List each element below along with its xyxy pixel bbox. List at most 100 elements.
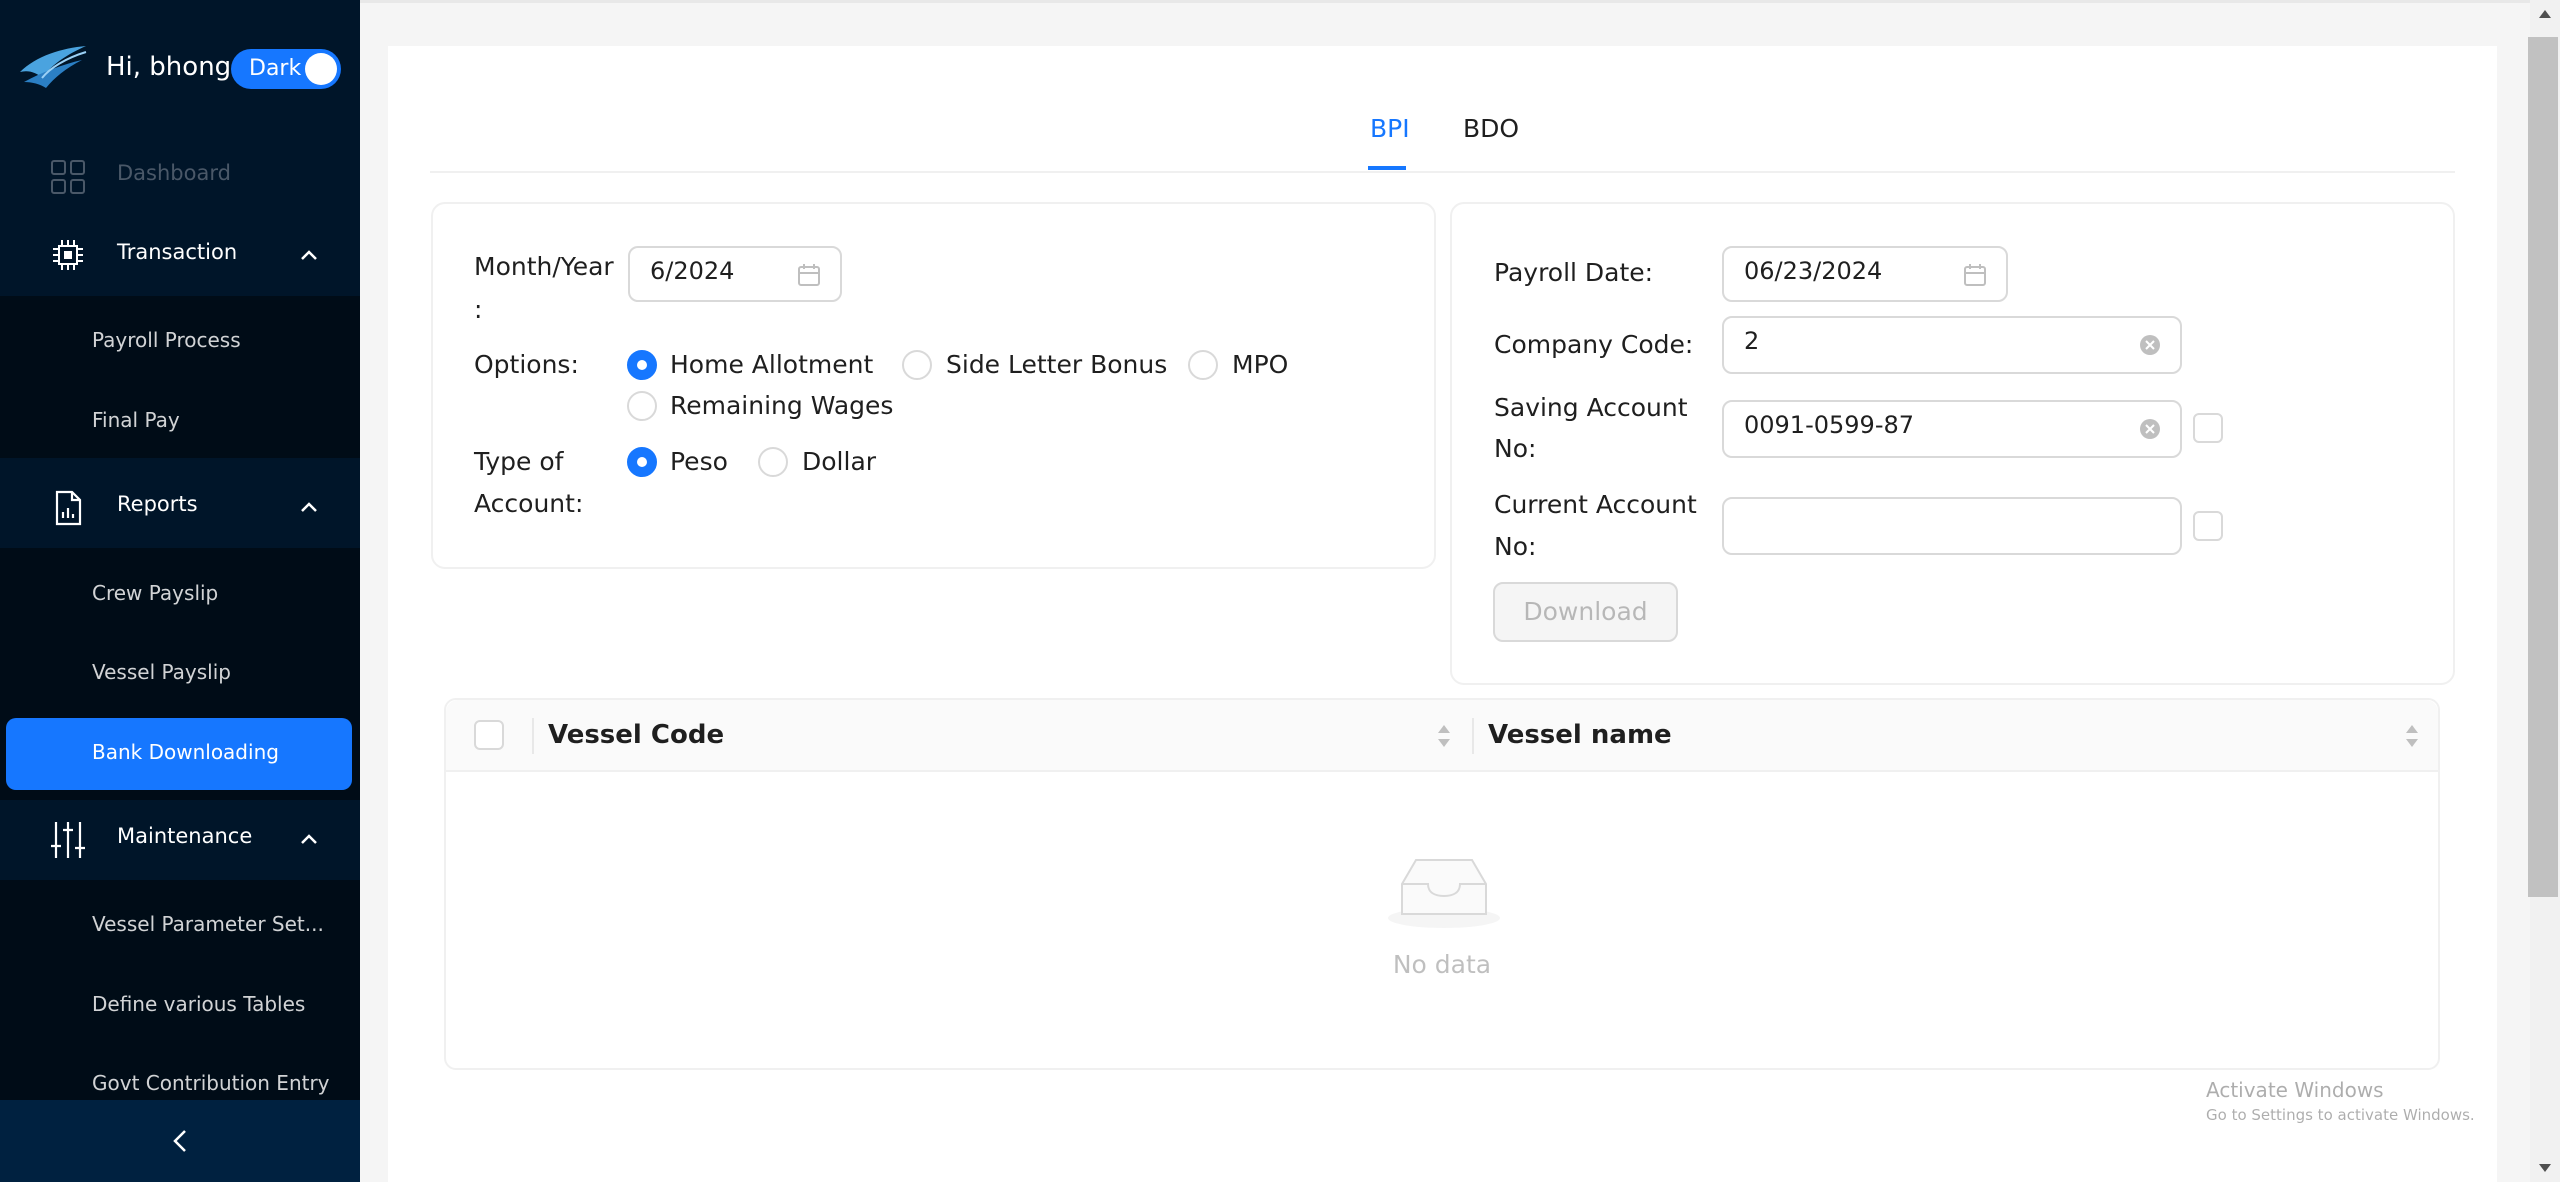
calendar-icon [798,264,820,286]
scroll-up-arrow-icon[interactable] [2537,8,2553,20]
radio-label: Side Letter Bonus [946,350,1168,379]
watermark-title: Activate Windows [2206,1078,2384,1102]
account-type-label: Type of [474,447,564,476]
tab-divider [430,171,2455,173]
sidebar-footer [0,1100,360,1182]
radio-remaining-wages[interactable] [627,391,657,421]
current-account-label-2: No: [1494,532,1537,561]
select-all-checkbox[interactable] [474,720,504,750]
download-button[interactable]: Download [1493,582,1678,642]
submenu-label: Vessel Payslip [92,660,231,684]
payroll-date-value: 06/23/2024 [1744,257,1883,285]
chevron-up-icon [301,250,317,260]
column-header-vessel-code[interactable]: Vessel Code [548,720,724,750]
scroll-down-arrow-icon[interactable] [2537,1162,2553,1174]
radio-peso[interactable] [627,447,657,477]
radio-label: MPO [1232,350,1289,379]
submenu-label: Govt Contribution Entry [92,1071,330,1095]
options-label: Options: [474,350,579,379]
payroll-date-label: Payroll Date: [1494,258,1654,287]
toggle-knob [305,53,337,85]
menu-item-maintenance[interactable]: Maintenance [0,800,360,880]
company-code-value: 2 [1744,327,1760,355]
menu-label-reports: Reports [117,492,198,516]
submenu-item-crew-payslip[interactable]: Crew Payslip [0,559,360,629]
month-year-label: Month/Year [474,252,614,281]
saving-account-checkbox[interactable] [2193,413,2223,443]
radio-mpo[interactable] [1188,350,1218,380]
empty-inbox-icon [1388,859,1500,928]
table-header: Vessel Code Vessel name [446,700,2438,772]
vessel-table: Vessel Code Vessel name No data [444,698,2440,1070]
submenu-label: Define various Tables [92,992,306,1016]
account-type-label-2: Account: [474,489,584,518]
column-separator [1472,718,1474,754]
windows-activation-watermark: Activate Windows Go to Settings to activ… [2206,1078,2475,1124]
sidebar: Hi, bhong Dark Dashboard Transaction Pay… [0,0,360,1182]
menu-item-transaction[interactable]: Transaction [0,216,360,296]
menu-label-maintenance: Maintenance [117,824,253,848]
watermark-subtitle: Go to Settings to activate Windows. [2206,1106,2475,1124]
saving-account-label: Saving Account [1494,393,1688,422]
menu-label-dashboard: Dashboard [117,161,231,185]
dashboard-icon [51,160,85,194]
current-account-checkbox[interactable] [2193,511,2223,541]
sort-icon[interactable] [1436,722,1452,750]
month-year-value: 6/2024 [650,257,735,285]
column-header-vessel-name[interactable]: Vessel name [1488,720,1672,750]
clear-input-icon[interactable] [2139,334,2161,356]
radio-home-allotment[interactable] [627,350,657,380]
report-document-icon [55,490,82,526]
submenu-item-vessel-parameter-setup[interactable]: Vessel Parameter Set... [0,890,360,960]
submenu-label: Vessel Parameter Set... [92,912,324,936]
clear-input-icon[interactable] [2139,418,2161,440]
radio-label: Peso [670,447,728,476]
radio-label: Remaining Wages [670,391,894,420]
scrollbar-thumb[interactable] [2528,37,2558,897]
submenu-item-define-tables[interactable]: Define various Tables [0,970,360,1040]
transaction-submenu: Payroll Process Final Pay [0,296,360,458]
maintenance-submenu: Vessel Parameter Set... Define various T… [0,880,360,1100]
tab-active-indicator [1368,166,1406,170]
current-account-input[interactable] [1722,497,2182,555]
menu-item-dashboard[interactable]: Dashboard [0,137,360,217]
company-code-input[interactable]: 2 [1722,316,2182,374]
tab-bdo[interactable]: BDO [1463,114,1519,143]
submenu-label: Bank Downloading [92,740,279,764]
month-year-label-colon: : [474,295,483,324]
month-year-picker[interactable]: 6/2024 [628,246,842,302]
transaction-icon [53,240,83,270]
radio-label: Dollar [802,447,877,476]
column-separator [532,718,534,754]
menu-item-reports[interactable]: Reports [0,468,360,548]
submenu-item-bank-downloading[interactable]: Bank Downloading [6,718,352,790]
current-account-label: Current Account [1494,490,1697,519]
submenu-item-final-pay[interactable]: Final Pay [0,386,360,456]
radio-label: Home Allotment [670,350,874,379]
theme-toggle-label: Dark [249,56,302,81]
saving-account-input[interactable]: 0091-0599-87 [1722,400,2182,458]
company-code-label: Company Code: [1494,330,1694,359]
submenu-label: Crew Payslip [92,581,219,605]
top-border [360,0,2530,3]
collapse-sidebar-icon[interactable] [168,1126,192,1156]
payroll-date-picker[interactable]: 06/23/2024 [1722,246,2008,302]
submenu-item-vessel-payslip[interactable]: Vessel Payslip [0,638,360,708]
submenu-item-payroll-process[interactable]: Payroll Process [0,306,360,376]
saving-account-label-2: No: [1494,434,1537,463]
tab-bpi[interactable]: BPI [1370,114,1410,143]
radio-side-letter-bonus[interactable] [902,350,932,380]
empty-state-text: No data [1392,950,1492,979]
theme-toggle[interactable]: Dark [231,49,341,89]
company-logo-icon [20,46,87,88]
saving-account-value: 0091-0599-87 [1744,411,1915,439]
reports-submenu: Crew Payslip Vessel Payslip Bank Downloa… [0,548,360,800]
user-greeting: Hi, bhong [106,52,232,82]
radio-dollar[interactable] [758,447,788,477]
sidebar-header: Hi, bhong Dark [0,0,360,140]
menu-label-transaction: Transaction [117,240,238,264]
sort-icon[interactable] [2404,722,2420,750]
submenu-label: Payroll Process [92,328,241,352]
sliders-icon [51,822,85,858]
calendar-icon [1964,264,1986,286]
